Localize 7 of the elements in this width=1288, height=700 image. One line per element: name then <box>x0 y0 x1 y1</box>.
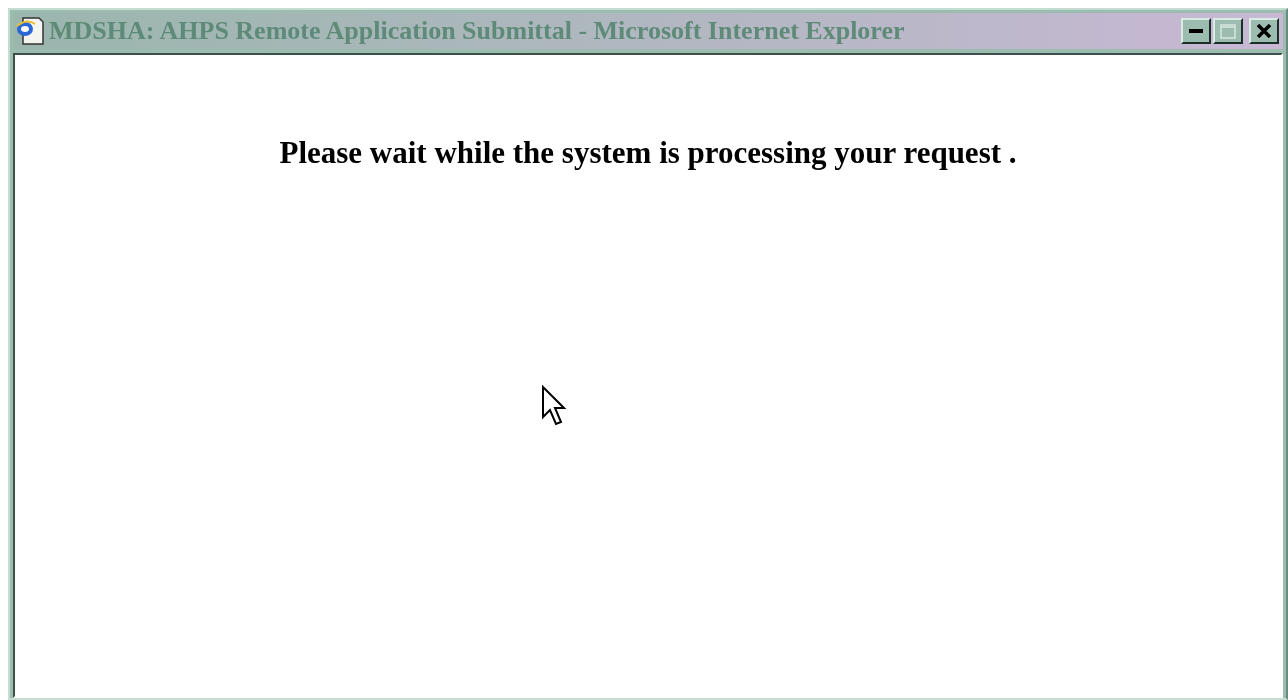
maximize-icon <box>1220 23 1236 39</box>
mouse-pointer-icon <box>541 385 567 427</box>
wait-message: Please wait while the system is processing your request . <box>279 135 1017 171</box>
minimize-icon <box>1189 29 1203 33</box>
close-icon <box>1256 24 1272 38</box>
window-title: MDSHA: AHPS Remote Application Submittal - Microsoft Internet Explorer <box>49 16 906 46</box>
browser-page-icon <box>15 16 45 46</box>
